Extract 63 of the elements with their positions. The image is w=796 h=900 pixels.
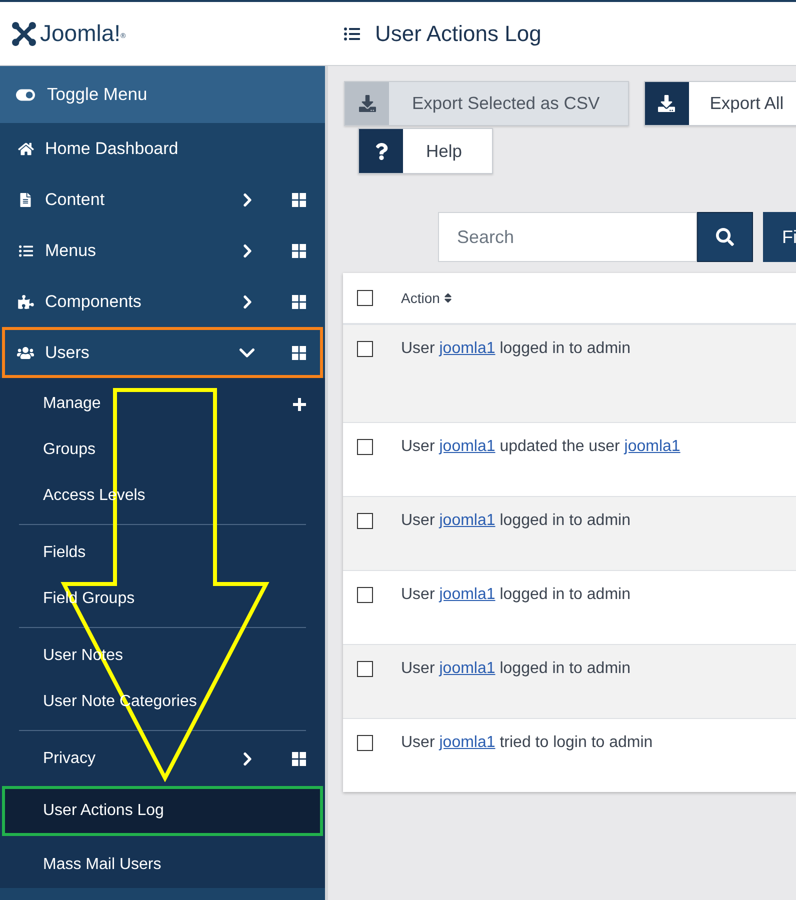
user-link[interactable]: joomla1 [439,340,496,357]
user-link[interactable]: joomla1 [439,438,496,455]
list-icon [343,26,361,42]
download-icon [358,95,376,112]
toolbar-button[interactable]: Help [358,128,493,174]
sidebar-menu-item[interactable]: Home Dashboard [0,123,325,174]
dashboard-grid-icon[interactable] [292,752,306,766]
sidebar-menu-item[interactable]: Fields [0,530,325,576]
dashboard-grid-icon[interactable] [292,244,306,258]
sidebar-menu-item[interactable]: Content [0,174,325,225]
sidebar-menu-item[interactable]: Manage [0,381,325,427]
checkbox[interactable] [357,587,373,603]
checkbox[interactable] [357,290,373,306]
chevron-right-icon[interactable] [242,294,252,308]
user-link[interactable]: joomla1 [439,660,496,677]
puzzle-piece-icon [18,294,34,308]
log-message: User joomla1 logged in to admin [401,585,630,605]
toggle-icon [16,88,35,100]
dashboard-grid-icon[interactable] [292,346,306,360]
log-message: User joomla1 logged in to admin [401,511,630,531]
add-icon[interactable] [292,398,306,410]
toolbar-button[interactable]: Export All [644,81,796,126]
list-icon [18,244,32,258]
sidebar-menu-item[interactable]: User Actions Log [2,786,323,836]
sidebar-menu-item[interactable]: Mass Mail Users [0,842,325,888]
sidebar-menu-item[interactable]: Privacy [0,736,325,782]
user-link[interactable]: joomla1 [439,512,496,529]
document-icon [20,192,31,206]
search-icon [716,228,734,246]
chevron-right-icon[interactable] [242,192,252,206]
user-link[interactable]: joomla1 [439,734,496,751]
page-title: User Actions Log [375,20,542,48]
toggle-menu-button[interactable]: Toggle Menu [0,66,325,123]
search-button[interactable] [697,212,753,262]
chevron-right-icon[interactable] [242,752,252,766]
dashboard-grid-icon[interactable] [292,294,306,308]
log-message: User joomla1 updated the user joomla1 [401,437,680,457]
checkbox[interactable] [357,735,373,751]
checkbox[interactable] [357,439,373,455]
dashboard-grid-icon[interactable] [292,192,306,206]
column-header[interactable]: Action [401,288,452,308]
chevron-right-icon[interactable] [242,244,252,258]
sidebar-menu-item[interactable]: Users [2,327,323,378]
checkbox[interactable] [357,661,373,677]
download-icon [658,95,676,112]
users-icon [17,346,34,360]
search-field[interactable]: Search [438,212,697,262]
log-message: User joomla1 tried to login to admin [401,733,653,753]
chevron-down-icon[interactable] [239,348,255,358]
filter-button[interactable]: Fi [763,212,796,262]
home-icon [18,142,34,156]
sidebar-menu-item[interactable]: Menus [0,225,325,276]
logo-text: Joomla!$^{®}$ [40,22,126,45]
log-message: User joomla1 logged in to admin [401,339,630,359]
logo-icon [12,22,36,46]
user-link[interactable]: joomla1 [439,586,496,603]
user-link[interactable]: joomla1 [624,438,680,455]
question-mark-icon [374,142,388,160]
sidebar-menu-item[interactable]: Components [0,276,325,327]
log-message: User joomla1 logged in to admin [401,659,630,679]
sidebar-menu-item[interactable]: Groups [0,427,325,473]
checkbox[interactable] [357,341,373,357]
checkbox[interactable] [357,513,373,529]
